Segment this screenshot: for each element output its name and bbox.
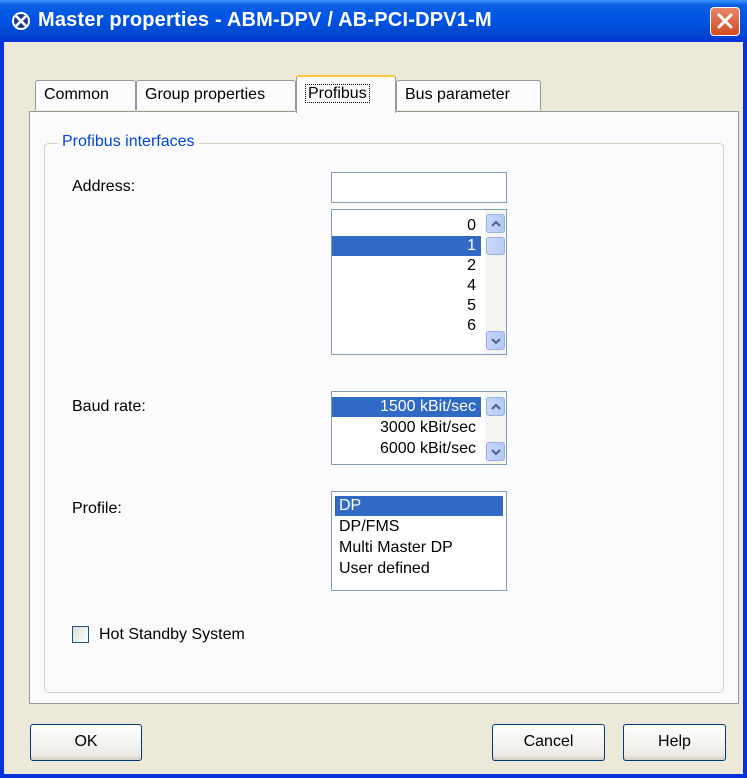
profibus-master-icon — [12, 12, 30, 30]
address-option-0[interactable]: 0 — [332, 216, 481, 236]
chevron-up-icon — [491, 403, 501, 410]
address-option-2[interactable]: 2 — [332, 256, 481, 276]
address-option-5[interactable]: 5 — [332, 296, 481, 316]
profile-option-user-defined[interactable]: User defined — [335, 559, 503, 579]
tab-profibus[interactable]: Profibus — [296, 75, 396, 113]
chevron-down-icon — [491, 449, 501, 456]
baud-rate-option-1500[interactable]: 1500 kBit/sec — [332, 397, 481, 417]
address-scroll-up-button[interactable] — [486, 214, 505, 233]
group-legend: Profibus interfaces — [58, 133, 199, 151]
profile-list[interactable]: DP DP/FMS Multi Master DP User defined — [331, 491, 507, 591]
master-properties-dialog: Master properties - ABM-DPV / AB-PCI-DPV… — [0, 0, 747, 778]
address-scroll-down-button[interactable] — [486, 331, 505, 350]
tab-bus-parameter-label: Bus parameter — [405, 86, 510, 103]
profile-option-multi-master-dp[interactable]: Multi Master DP — [335, 538, 503, 558]
chevron-up-icon — [491, 220, 501, 227]
profile-option-dp[interactable]: DP — [335, 496, 503, 516]
baud-rate-list[interactable]: 1500 kBit/sec 3000 kBit/sec 6000 kBit/se… — [331, 391, 507, 465]
help-button[interactable]: Help — [623, 724, 726, 761]
hot-standby-checkbox[interactable] — [72, 626, 89, 643]
address-option-6[interactable]: 6 — [332, 316, 481, 336]
tab-common-label: Common — [44, 86, 109, 103]
chevron-down-icon — [491, 338, 501, 345]
tab-group-properties-label: Group properties — [145, 86, 266, 103]
address-option-4[interactable]: 4 — [332, 276, 481, 296]
title-bar[interactable]: Master properties - ABM-DPV / AB-PCI-DPV… — [0, 0, 747, 42]
tab-profibus-label: Profibus — [305, 84, 370, 103]
tab-group-properties[interactable]: Group properties — [136, 80, 296, 110]
tab-bus-parameter[interactable]: Bus parameter — [396, 80, 541, 110]
address-list[interactable]: 0 1 2 4 5 6 — [331, 209, 507, 355]
ok-button[interactable]: OK — [30, 724, 142, 761]
cancel-button[interactable]: Cancel — [492, 724, 605, 761]
profile-option-dp-fms[interactable]: DP/FMS — [335, 517, 503, 537]
profile-label: Profile: — [72, 500, 122, 517]
baud-rate-label: Baud rate: — [72, 398, 146, 415]
close-icon — [717, 13, 733, 29]
close-button[interactable] — [710, 7, 740, 36]
baud-rate-option-3000[interactable]: 3000 kBit/sec — [332, 418, 481, 438]
tab-common[interactable]: Common — [35, 80, 136, 110]
address-label: Address: — [72, 178, 136, 195]
window-title: Master properties - ABM-DPV / AB-PCI-DPV… — [38, 9, 492, 31]
address-option-1[interactable]: 1 — [332, 236, 481, 256]
address-scrollbar[interactable] — [485, 210, 506, 354]
baud-rate-option-6000[interactable]: 6000 kBit/sec — [332, 439, 481, 459]
baud-rate-scroll-down-button[interactable] — [486, 442, 505, 461]
baud-rate-scroll-up-button[interactable] — [486, 397, 505, 416]
baud-rate-scrollbar[interactable] — [485, 392, 506, 464]
address-input[interactable] — [331, 172, 507, 203]
hot-standby-label[interactable]: Hot Standby System — [99, 626, 245, 644]
address-scroll-thumb[interactable] — [486, 237, 505, 255]
